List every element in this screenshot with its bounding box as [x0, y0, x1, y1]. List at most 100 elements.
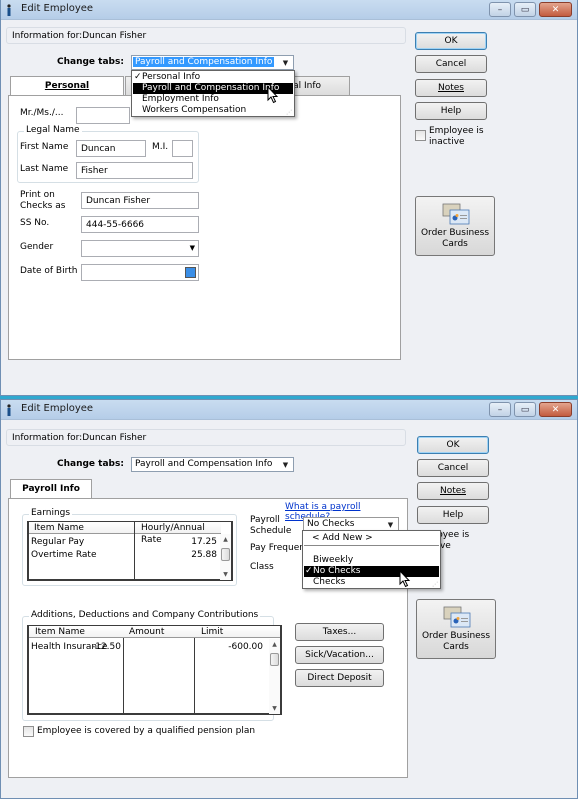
maximize-button[interactable]: ▭ [514, 402, 536, 417]
change-tabs-label: Change tabs: [57, 459, 124, 469]
pension-plan-checkbox[interactable] [23, 726, 34, 737]
option-no-checks[interactable]: ✓ No Checks [304, 566, 439, 577]
checkmark-icon: ✓ [134, 72, 142, 82]
mouse-cursor-icon [399, 570, 411, 588]
minimize-icon: – [497, 5, 503, 15]
first-name-input[interactable]: Duncan [76, 140, 146, 157]
info-bar: Information for:Duncan Fisher [6, 27, 406, 44]
ssn-label: SS No. [20, 218, 50, 228]
column-header-item-name: Item Name [35, 627, 85, 637]
title-bar: Edit Employee – ▭ ✕ [1, 0, 577, 20]
chevron-down-icon: ▼ [282, 461, 289, 469]
help-button[interactable]: Help [417, 506, 489, 524]
info-bar: Information for:Duncan Fisher [6, 429, 406, 446]
calendar-icon[interactable] [185, 267, 196, 278]
last-name-label: Last Name [20, 164, 69, 174]
item-rate: 17.25 [191, 537, 217, 547]
minimize-button[interactable]: – [489, 402, 511, 417]
title-bar: Edit Employee – ▭ ✕ [1, 400, 577, 420]
legal-name-legend: Legal Name [24, 125, 82, 135]
mi-label: M.I. [152, 142, 169, 152]
change-tabs-label: Change tabs: [57, 57, 124, 67]
employee-inactive-checkbox[interactable] [415, 130, 426, 141]
cancel-button[interactable]: Cancel [415, 55, 487, 73]
item-rate: 25.88 [191, 550, 217, 560]
column-header-limit: Limit [201, 627, 224, 637]
deductions-legend: Additions, Deductions and Company Contri… [29, 610, 261, 620]
chevron-down-icon: ▼ [189, 244, 195, 252]
scroll-up-icon[interactable]: ▲ [220, 536, 231, 543]
salutation-input[interactable] [76, 107, 130, 124]
option-workers-comp[interactable]: Workers Compensation [133, 105, 293, 116]
option-personal-info[interactable]: ✓ Personal Info [133, 72, 293, 83]
window-title: Edit Employee [21, 3, 94, 14]
maximize-button[interactable]: ▭ [514, 2, 536, 17]
help-button[interactable]: Help [415, 102, 487, 120]
last-name-input[interactable]: Fisher [76, 162, 193, 179]
mouse-cursor-icon [267, 86, 279, 104]
change-tabs-dropdown[interactable]: Payroll and Compensation Info ▼ [131, 457, 294, 472]
ok-button[interactable]: OK [417, 436, 489, 454]
sick-vacation-button[interactable]: Sick/Vacation... [295, 646, 384, 664]
mi-input[interactable] [172, 140, 193, 157]
pension-plan-label: Employee is covered by a qualified pensi… [37, 726, 256, 736]
resize-grip-icon[interactable]: ⋰ [286, 109, 292, 116]
edit-employee-window-personal: Edit Employee – ▭ ✕ Information for:Dunc… [0, 0, 578, 396]
maximize-icon: ▭ [520, 405, 530, 415]
business-cards-label: Order Business Cards [420, 228, 490, 249]
payroll-schedule-value: No Checks [307, 519, 355, 529]
gender-label: Gender [20, 242, 54, 252]
direct-deposit-button[interactable]: Direct Deposit [295, 669, 384, 687]
payroll-schedule-list: < Add New > Biweekly ✓ No Checks Checks ⋰ [302, 530, 441, 589]
minimize-button[interactable]: – [489, 2, 511, 17]
window-title: Edit Employee [21, 403, 94, 414]
gender-dropdown[interactable]: ▼ [81, 240, 199, 257]
checkmark-icon: ✓ [305, 566, 313, 576]
close-icon: ✕ [551, 5, 560, 15]
order-business-cards-button[interactable]: Order Business Cards [415, 196, 495, 256]
ssn-input[interactable]: 444-55-6666 [81, 216, 199, 233]
employee-inactive-label: Employee is inactive [429, 126, 484, 147]
print-on-checks-input[interactable]: Duncan Fisher [81, 192, 199, 209]
change-tabs-dropdown[interactable]: Payroll and Compensation Info ▼ [131, 55, 294, 70]
deductions-scrollbar[interactable]: ▲ ▼ [269, 639, 280, 714]
business-cards-icon [442, 203, 470, 225]
scroll-down-icon[interactable]: ▼ [269, 705, 280, 712]
cancel-button[interactable]: Cancel [417, 459, 489, 477]
option-checks[interactable]: Checks [304, 577, 439, 588]
item-name: Regular Pay [31, 537, 85, 547]
taxes-button[interactable]: Taxes... [295, 623, 384, 641]
option-add-new[interactable]: < Add New > [304, 533, 439, 546]
order-business-cards-button[interactable]: Order Business Cards [416, 599, 496, 659]
employee-icon [7, 4, 11, 16]
minimize-icon: – [497, 405, 503, 415]
notes-button[interactable]: Notes [415, 79, 487, 97]
earnings-scrollbar[interactable]: ▲ ▼ [220, 534, 231, 580]
employee-name: Duncan Fisher [82, 31, 147, 41]
close-button[interactable]: ✕ [539, 402, 572, 417]
payroll-schedule-label: Payroll Schedule [250, 515, 292, 536]
dob-input[interactable] [81, 264, 199, 281]
table-row[interactable]: Regular Pay 17.25 [29, 536, 221, 548]
close-button[interactable]: ✕ [539, 2, 572, 17]
notes-button[interactable]: Notes [417, 482, 489, 500]
table-row[interactable]: Health Insurance -12.50 -600.00 [29, 641, 269, 653]
change-tabs-value: Payroll and Compensation Info [135, 459, 273, 469]
ok-button[interactable]: OK [415, 32, 487, 50]
tab-payroll-info[interactable]: Payroll Info [10, 479, 92, 498]
scroll-down-icon[interactable]: ▼ [220, 571, 231, 578]
resize-grip-icon[interactable]: ⋰ [432, 581, 438, 588]
scroll-thumb[interactable] [221, 548, 230, 561]
scroll-thumb[interactable] [270, 653, 279, 666]
item-name: Overtime Rate [31, 550, 97, 560]
tab-personal[interactable]: Personal [10, 76, 124, 95]
scroll-up-icon[interactable]: ▲ [269, 641, 280, 648]
dob-label: Date of Birth [20, 266, 78, 276]
option-biweekly[interactable]: Biweekly [304, 555, 439, 566]
table-row[interactable]: Overtime Rate 25.88 [29, 549, 221, 561]
business-cards-label: Order Business Cards [421, 631, 491, 652]
close-icon: ✕ [551, 405, 560, 415]
maximize-icon: ▭ [520, 5, 530, 15]
chevron-down-icon: ▼ [282, 59, 289, 67]
employee-name: Duncan Fisher [82, 433, 147, 443]
